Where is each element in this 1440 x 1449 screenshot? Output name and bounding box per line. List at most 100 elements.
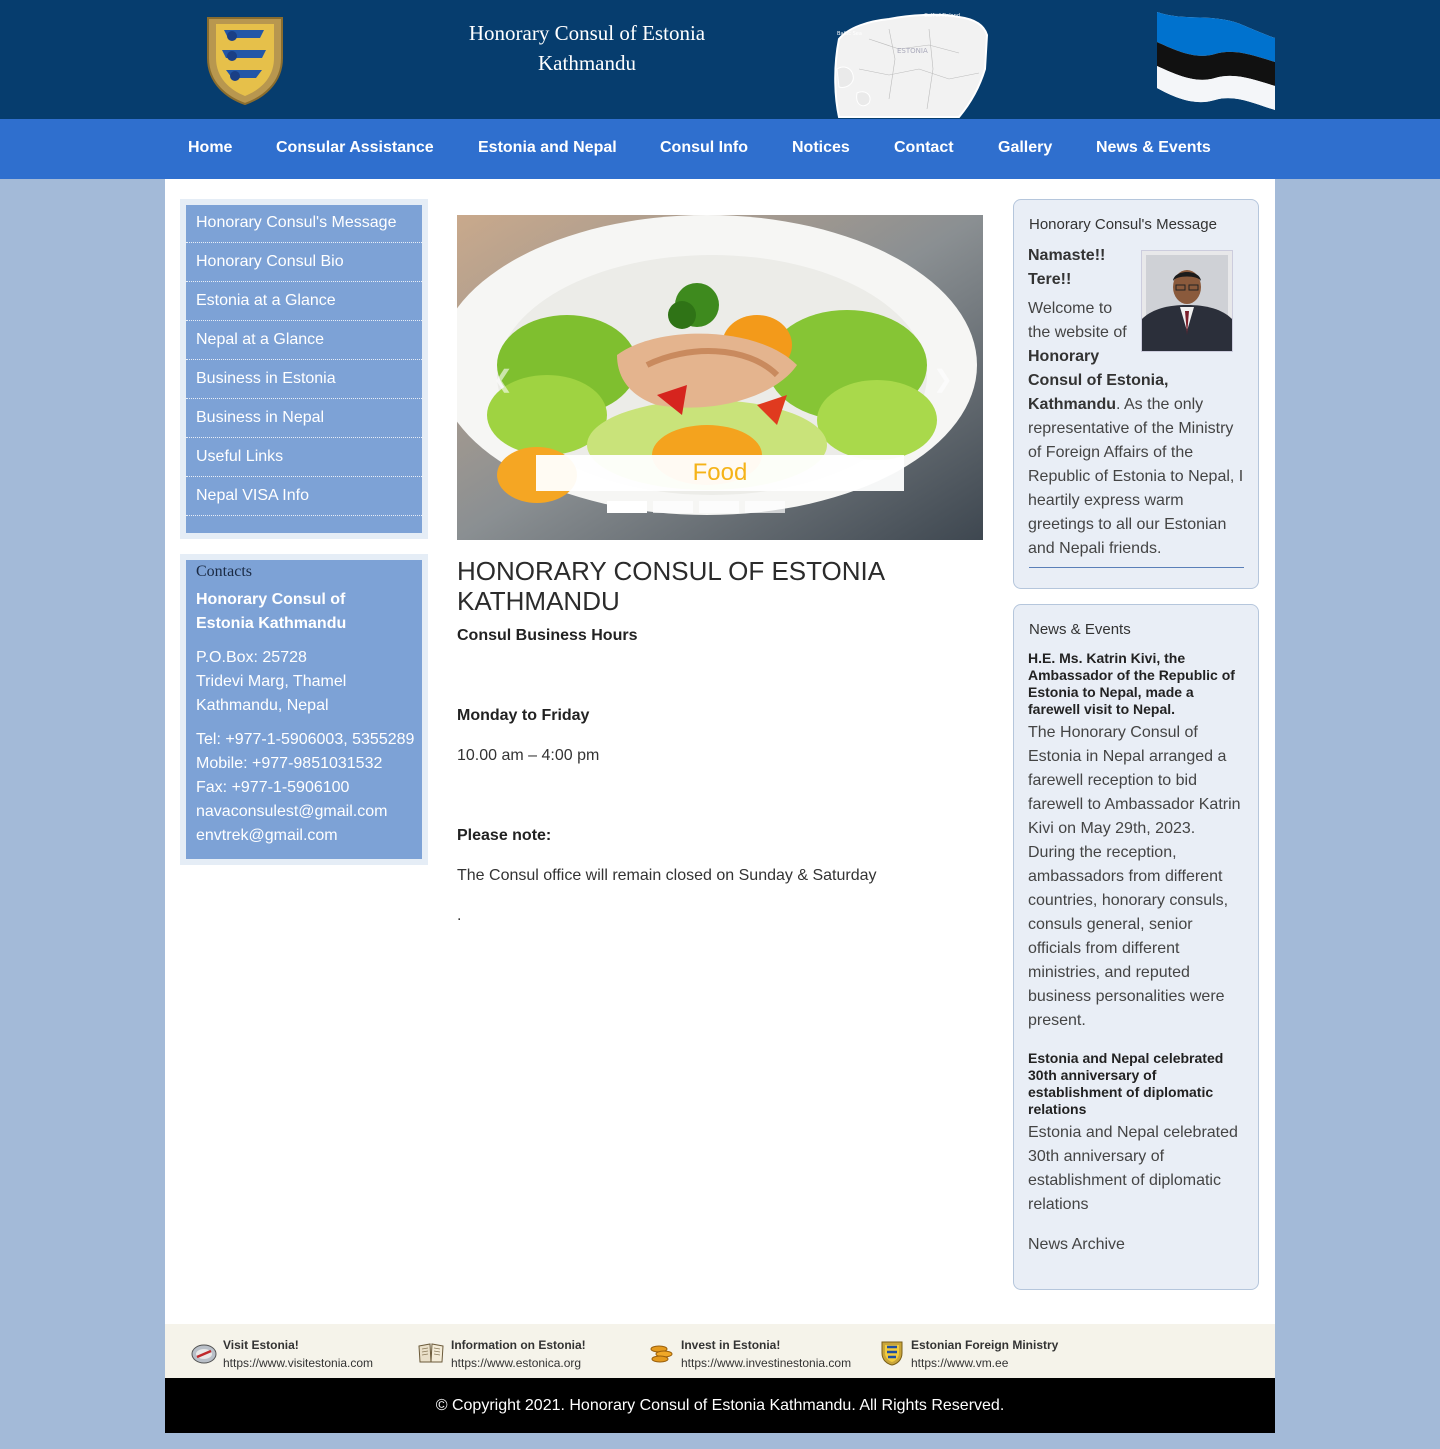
news-item-2-body-line: establishment of diplomatic (1028, 1172, 1221, 1189)
menu-item-useful-links[interactable]: Useful Links (186, 439, 422, 477)
news-item-1-body-line: farewell to Ambassador Katrin (1028, 796, 1241, 813)
message-line-6: Republic of Estonia to Nepal, I (1028, 468, 1244, 485)
news-item-1-title-line: Estonia to Nepal, made a (1028, 684, 1194, 700)
estonian-flag-image (1157, 12, 1275, 110)
compass-icon (191, 1344, 217, 1364)
news-item-1-body-line: countries, honorary consuls, (1028, 892, 1229, 909)
menu-item-consul-bio[interactable]: Honorary Consul Bio (186, 244, 422, 282)
news-item-1-body-line: The Honorary Consul of (1028, 724, 1198, 741)
note-text: The Consul office will remain closed on … (457, 867, 877, 884)
business-time: 10.00 am – 4:00 pm (457, 747, 600, 764)
contacts-tel: Tel: +977-1-5906003, 5355289 (196, 731, 415, 748)
message-bold-3: Kathmandu (1028, 396, 1116, 413)
image-slider[interactable]: ❮ ❯ Food (457, 215, 983, 540)
nav-contact[interactable]: Contact (894, 119, 954, 179)
nav-consular-assistance[interactable]: Consular Assistance (276, 119, 434, 179)
site-title-line1: Honorary Consul of Estonia (468, 21, 706, 45)
nav-home[interactable]: Home (188, 119, 232, 179)
contacts-pobox: P.O.Box: 25728 (196, 649, 307, 666)
footer-link-title: Information on Estonia! (451, 1338, 586, 1352)
news-item-2-body: Estonia and Nepal celebrated 30th annive… (1028, 1121, 1238, 1217)
footer-link-estonica[interactable]: Information on Estonia! https://www.esto… (451, 1336, 586, 1372)
news-item-1-body: The Honorary Consul of Estonia in Nepal … (1028, 721, 1241, 1033)
contacts-mobile: Mobile: +977-9851031532 (196, 755, 383, 772)
estonian-coat-of-arms-icon (207, 17, 283, 106)
consul-message-title: Honorary Consul's Message (1029, 216, 1217, 233)
message-line-8: greetings to all our Estonian (1028, 516, 1227, 533)
news-item-2-body-line: relations (1028, 1196, 1089, 1213)
menu-item-consul-message[interactable]: Honorary Consul's Message (186, 205, 422, 243)
contacts-panel: Contacts Honorary Consul of Estonia Kath… (186, 560, 422, 859)
nav-estonia-and-nepal[interactable]: Estonia and Nepal (478, 119, 617, 179)
nav-news-events[interactable]: News & Events (1096, 119, 1211, 179)
message-bold-1: Honorary (1028, 348, 1100, 365)
page-title-line1: HONORARY CONSUL OF ESTONIA (457, 556, 886, 586)
contacts-city: Kathmandu, Nepal (196, 697, 329, 714)
news-item-2-title-line: 30th anniversary of (1028, 1067, 1157, 1083)
news-item-1-body-line: consuls general, senior (1028, 916, 1193, 933)
news-item-1-body-line: ministries, and reputed (1028, 964, 1190, 981)
site-title[interactable]: Honorary Consul of Estonia Kathmandu (437, 18, 737, 78)
footer-link-visit-estonia[interactable]: Visit Estonia! https://www.visitestonia.… (223, 1336, 373, 1372)
news-item-1-title-line: farewell visit to Nepal. (1028, 701, 1176, 717)
news-item-1-body-line: Kivi on May 29th, 2023. (1028, 820, 1196, 837)
news-item-1-body-line: business personalities were (1028, 988, 1225, 1005)
nav-consul-info[interactable]: Consul Info (660, 119, 748, 179)
nav-notices[interactable]: Notices (792, 119, 850, 179)
slider-next-icon[interactable]: ❯ (933, 365, 953, 394)
book-icon (418, 1343, 444, 1363)
news-item-2-title-line: establishment of diplomatic (1028, 1084, 1214, 1100)
slider-prev-icon[interactable]: ❮ (493, 365, 513, 394)
footer-link-foreign-ministry[interactable]: Estonian Foreign Ministry https://www.vm… (911, 1336, 1058, 1372)
nav-gallery[interactable]: Gallery (998, 119, 1052, 179)
slider-dot-2[interactable] (653, 501, 693, 513)
page-title-line2: KATHMANDU (457, 586, 620, 616)
consul-message-divider (1029, 567, 1244, 568)
footer-link-url: https://www.investinestonia.com (681, 1356, 852, 1370)
business-days: Monday to Friday (457, 707, 590, 724)
news-item-2-body-line: Estonia and Nepal celebrated (1028, 1124, 1238, 1141)
contacts-street: Tridevi Marg, Thamel (196, 673, 347, 690)
copyright-footer: © Copyright 2021. Honorary Consul of Est… (165, 1378, 1275, 1433)
news-item-2-title[interactable]: Estonia and Nepal celebrated 30th annive… (1028, 1050, 1243, 1118)
menu-item-estonia-glance[interactable]: Estonia at a Glance (186, 283, 422, 321)
news-item-1-body-line: During the reception, (1028, 844, 1177, 861)
greeting-namaste: Namaste!! (1028, 247, 1106, 264)
page-title: HONORARY CONSUL OF ESTONIA KATHMANDU (457, 556, 977, 616)
news-item-1-title[interactable]: H.E. Ms. Katrin Kivi, the Ambassador of … (1028, 650, 1243, 718)
slide-caption: Food (536, 455, 904, 491)
footer-link-url: https://www.vm.ee (911, 1356, 1009, 1370)
slider-dot-1[interactable] (607, 501, 647, 513)
news-item-1-title-line: H.E. Ms. Katrin Kivi, the (1028, 650, 1186, 666)
news-archive-link[interactable]: News Archive (1028, 1233, 1125, 1257)
footer-link-title: Estonian Foreign Ministry (911, 1338, 1059, 1352)
message-line-4: representative of the Ministry (1028, 420, 1234, 437)
message-line-9: and Nepali friends. (1028, 540, 1162, 557)
footer-link-invest[interactable]: Invest in Estonia! https://www.investine… (681, 1336, 851, 1372)
news-item-1-body-line: officials from different (1028, 940, 1180, 957)
note-label: Please note: (457, 827, 552, 844)
footer-links-bar: Visit Estonia! https://www.visitestonia.… (165, 1324, 1275, 1378)
news-item-1-title-line: Ambassador of the Republic of (1028, 667, 1235, 683)
contacts-email-1[interactable]: navaconsulest@gmail.com (196, 800, 387, 824)
message-line-3: . As the only (1116, 396, 1204, 413)
slider-dot-3[interactable] (699, 501, 739, 513)
slide-image-salad (457, 215, 983, 540)
slider-dot-4[interactable] (745, 501, 785, 513)
contacts-title: Contacts (196, 563, 252, 580)
news-item-1-body-line: Estonia in Nepal arranged a (1028, 748, 1227, 765)
menu-item-nepal-visa[interactable]: Nepal VISA Info (186, 478, 422, 516)
contacts-email-2[interactable]: envtrek@gmail.com (196, 824, 338, 848)
note-dot: . (457, 907, 462, 924)
contacts-org-line1: Honorary Consul of (196, 591, 346, 608)
news-events-title: News & Events (1029, 621, 1131, 638)
coins-icon (650, 1345, 673, 1363)
menu-item-nepal-glance[interactable]: Nepal at a Glance (186, 322, 422, 360)
consul-photo (1141, 250, 1233, 352)
news-item-2-title-line: Estonia and Nepal celebrated (1028, 1050, 1224, 1066)
map-label-gulf: Gulf of Finland (924, 13, 960, 19)
menu-item-business-estonia[interactable]: Business in Estonia (186, 361, 422, 399)
news-item-1-body-line: ambassadors from different (1028, 868, 1223, 885)
message-line-7: heartily express warm (1028, 492, 1184, 509)
menu-item-business-nepal[interactable]: Business in Nepal (186, 400, 422, 438)
